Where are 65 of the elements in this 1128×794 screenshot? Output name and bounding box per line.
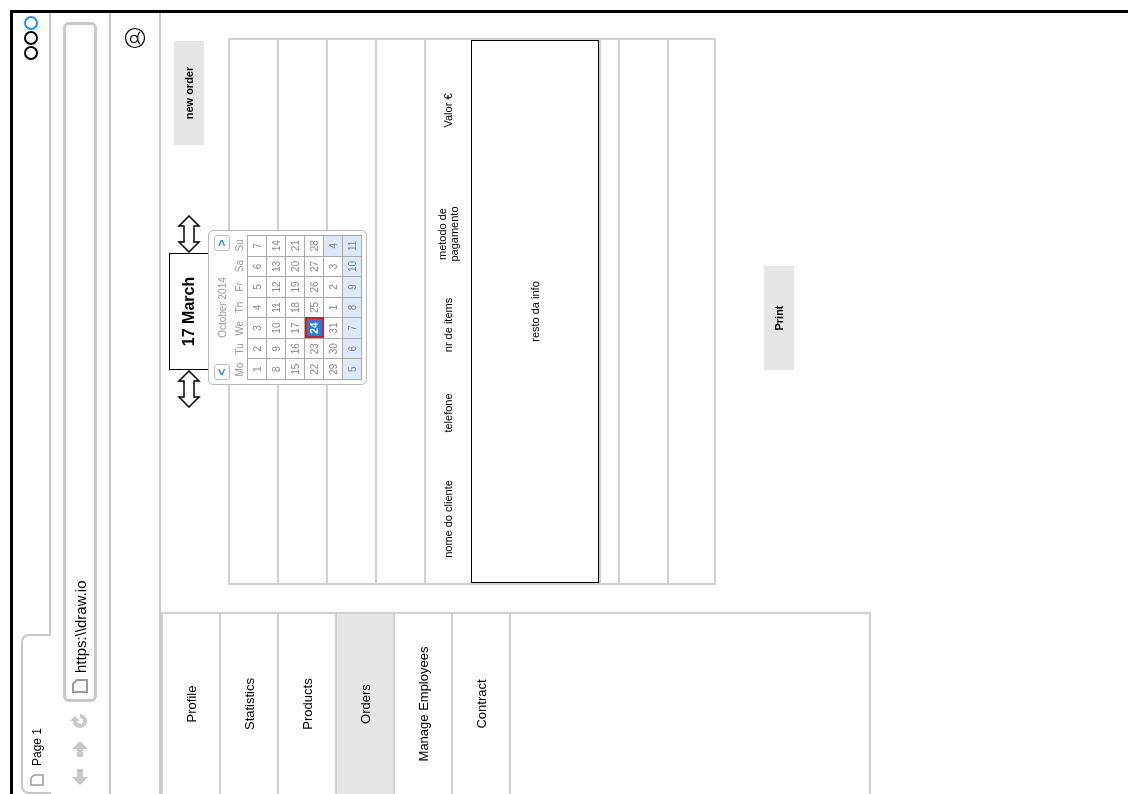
calendar-day[interactable]: 4 (248, 296, 267, 318)
weekday-label: Tu (233, 342, 245, 357)
previous-month-button[interactable]: < (214, 364, 230, 380)
calendar-day[interactable]: 25 (305, 296, 324, 318)
nav-item[interactable]: Contract (453, 614, 511, 794)
print-button[interactable]: Print (764, 266, 794, 370)
calendar-day[interactable]: 6 (248, 255, 267, 277)
window-controls-icon[interactable] (23, 15, 39, 61)
column-header: nr de items (442, 296, 455, 355)
next-month-button[interactable]: > (214, 235, 230, 251)
calendar-day[interactable]: 24 (305, 317, 324, 338)
calendar-day[interactable]: 26 (305, 276, 324, 297)
calendar-day[interactable]: 1 (248, 358, 267, 379)
calendar-day[interactable]: 18 (286, 296, 305, 318)
page-tab[interactable]: Page 1 (21, 634, 51, 794)
calendar-day[interactable]: 27 (305, 255, 324, 277)
column-header: nome do cliente (442, 479, 455, 560)
nav-item[interactable]: Orders (337, 614, 395, 794)
column-header: Valor € (442, 92, 455, 130)
calendar-title: October 2014 (216, 277, 228, 338)
calendar-day[interactable]: 9 (343, 276, 362, 297)
calendar-day[interactable]: 12 (267, 276, 286, 297)
calendar-day[interactable]: 8 (267, 358, 286, 379)
detail-text: resto da info (529, 281, 541, 342)
calendar-day[interactable]: 22 (305, 358, 324, 379)
calendar-day[interactable]: 7 (248, 235, 267, 256)
page-icon (30, 774, 44, 786)
calendar-day[interactable]: 8 (343, 296, 362, 318)
calendar-day[interactable]: 10 (343, 255, 362, 277)
nav-item[interactable]: Profile (163, 614, 221, 794)
calendar-day[interactable]: 7 (343, 317, 362, 338)
weekday-label: Fr (233, 281, 245, 294)
new-order-button[interactable]: new order (174, 41, 204, 145)
weekday-label: Mo (233, 361, 245, 379)
address-field[interactable]: https:\\draw.io (63, 22, 97, 702)
weekday-label: Su (233, 238, 245, 254)
page-icon (72, 679, 88, 693)
calendar-day[interactable]: 14 (267, 235, 286, 256)
calendar-day[interactable]: 6 (343, 337, 362, 359)
calendar-day[interactable]: 11 (343, 235, 362, 256)
nav-item[interactable]: Manage Employees (395, 614, 453, 794)
calendar-day[interactable]: 19 (286, 276, 305, 297)
calendar-day[interactable]: 10 (267, 317, 286, 338)
column-header: telefone (442, 392, 455, 435)
calendar-day[interactable]: 13 (267, 255, 286, 277)
calendar-day[interactable]: 15 (286, 358, 305, 379)
weekday-label: Th (233, 300, 245, 316)
double-arrow-icon[interactable] (177, 215, 201, 253)
calendar-day[interactable]: 2 (248, 337, 267, 359)
calendar-day[interactable]: 9 (267, 337, 286, 359)
calendar-day[interactable]: 5 (343, 358, 362, 379)
calendar-day[interactable]: 21 (286, 235, 305, 256)
weekday-label: Sa (233, 258, 245, 275)
nav-item[interactable]: Statistics (221, 614, 279, 794)
calendar-day[interactable]: 4 (324, 235, 343, 256)
weekday-label: We (233, 319, 245, 338)
column-header: metodo de pagamento (436, 205, 461, 264)
user-icon[interactable] (124, 27, 146, 49)
calendar-day[interactable]: 16 (286, 337, 305, 359)
calendar-day[interactable]: 3 (248, 317, 267, 338)
double-arrow-icon[interactable] (177, 370, 201, 408)
date-field[interactable]: 17 March (169, 253, 209, 370)
calendar-day[interactable]: 5 (248, 276, 267, 297)
calendar-day[interactable]: 20 (286, 255, 305, 277)
calendar-day[interactable]: 11 (267, 296, 286, 318)
